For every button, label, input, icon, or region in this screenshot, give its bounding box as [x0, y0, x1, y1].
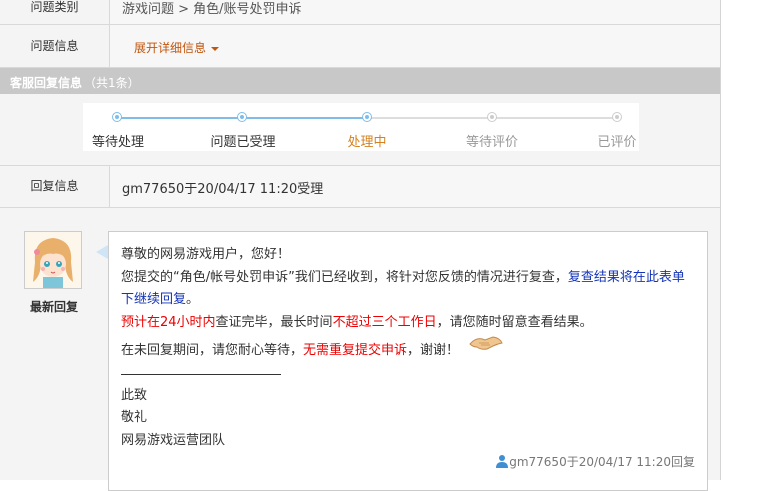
step-label-1: 等待处理	[91, 135, 145, 150]
category-value: 游戏问题 > 角色/账号处罚申诉	[122, 2, 302, 17]
user-icon	[496, 455, 509, 468]
reply-area: 最新回复 尊敬的网易游戏用户，您好！ 您提交的“角色/帐号处罚申诉”我们已经收到…	[0, 208, 720, 491]
closing-2: 敬礼	[121, 410, 148, 425]
latest-reply-label: 最新回复	[29, 300, 78, 314]
step-dot-5	[612, 112, 622, 122]
reply-info-value: gm77650于20/04/17 11:20受理	[122, 182, 324, 197]
expand-details-link[interactable]: 展开详细信息	[134, 39, 220, 56]
category-row: 问题类别 游戏问题 > 角色/账号处罚申诉	[0, 0, 720, 25]
ticket-panel: 问题类别 游戏问题 > 角色/账号处罚申诉 问题信息 展开详细信息 客服回复信息…	[0, 0, 721, 491]
handshake-icon	[469, 336, 503, 350]
caret-down-icon	[211, 46, 220, 51]
expand-details-label: 展开详细信息	[134, 41, 207, 55]
paragraph-1: 您提交的“角色/帐号处罚申诉”我们已经收到，将针对您反馈的情况进行复查，复查结果…	[121, 269, 685, 308]
bubble-pointer	[96, 245, 108, 259]
step-label-4: 等待评价	[465, 135, 519, 150]
step-dot-4	[487, 112, 497, 122]
avatar-girl-icon	[25, 232, 81, 288]
step-dot-2	[237, 112, 247, 122]
divider-line	[121, 363, 281, 375]
section-title: 客服回复信息	[10, 76, 83, 90]
info-row: 问题信息 展开详细信息	[0, 25, 720, 68]
reply-section-header: 客服回复信息 （共1条）	[0, 68, 720, 94]
greeting-text: 尊敬的网易游戏用户，您好！	[121, 247, 291, 262]
reply-bubble: 尊敬的网易游戏用户，您好！ 您提交的“角色/帐号处罚申诉”我们已经收到，将针对您…	[108, 231, 708, 491]
reply-info-row: 回复信息 gm77650于20/04/17 11:20受理	[0, 166, 720, 208]
step-label-3: 处理中	[347, 135, 387, 150]
category-label: 问题类别	[30, 0, 79, 14]
step-label-2: 问题已受理	[210, 135, 276, 150]
reply-signature: gm77650于20/04/17 11:20回复	[495, 453, 695, 470]
paragraph-2: 预计在24小时内查证完毕，最长时间不超过三个工作日，请您随时留意查看结果。	[121, 314, 593, 330]
step-label-5: 已评价	[597, 135, 637, 150]
signature-text: gm77650于20/04/17 11:20回复	[509, 455, 695, 469]
info-label: 问题信息	[30, 39, 79, 53]
highlight-red-text-2: 不超过三个工作日	[332, 314, 437, 330]
closing-1: 此致	[121, 387, 148, 403]
step-dot-1	[112, 112, 122, 122]
reply-info-label: 回复信息	[30, 179, 79, 193]
paragraph-3: 在未回复期间，请您耐心等待，无需重复提交申诉，谢谢！	[121, 334, 691, 363]
highlight-red-text-1: 预计在24小时内	[121, 314, 216, 330]
avatar	[24, 231, 82, 289]
team-name: 网易游戏运营团队	[121, 432, 226, 448]
section-count: （共1条）	[84, 76, 140, 90]
reply-message: 尊敬的网易游戏用户，您好！ 您提交的“角色/帐号处罚申诉”我们已经收到，将针对您…	[121, 244, 691, 452]
progress-row: 等待处理 问题已受理 处理中 等待评价 已评价	[0, 95, 720, 166]
highlight-red-text-3: 无需重复提交申诉	[303, 343, 408, 358]
progress-tracker: 等待处理 问题已受理 处理中 等待评价 已评价	[83, 103, 639, 151]
step-dot-3	[362, 112, 372, 122]
